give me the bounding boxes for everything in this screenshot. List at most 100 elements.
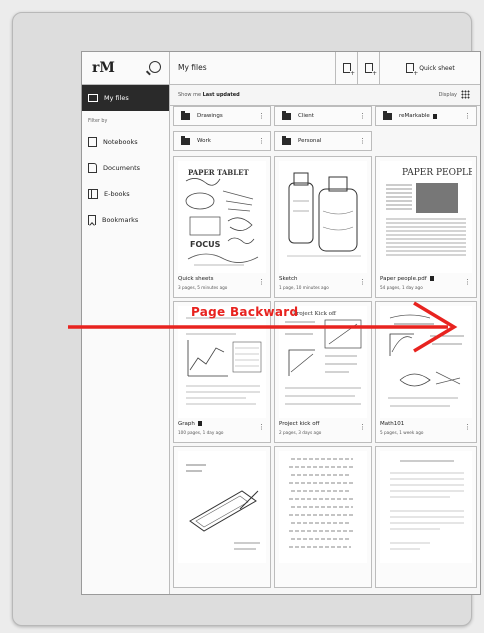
app-logo: rM	[92, 60, 115, 76]
document-meta: 54 pages, 1 day ago	[380, 285, 423, 290]
sidebar-item-label: Bookmarks	[102, 216, 139, 224]
folder-item[interactable]: Work ⋮	[173, 131, 271, 151]
more-options-icon[interactable]: ⋮	[464, 423, 471, 431]
document-card[interactable]: Graph 100 pages, 1 day ago ⋮	[173, 301, 271, 443]
sort-value: Last updated	[202, 92, 240, 98]
sidebar: rM My files Filter by Notebooks Document…	[82, 52, 170, 594]
sidebar-item-ebooks[interactable]: E-books	[82, 181, 169, 207]
folder-name: Client	[298, 113, 314, 119]
document-thumbnail	[178, 306, 266, 418]
more-options-icon[interactable]: ⋮	[464, 112, 471, 120]
svg-text:Project Kick off: Project Kick off	[293, 311, 337, 317]
document-thumbnail	[178, 451, 266, 563]
page-title: My files	[178, 63, 207, 72]
device-screen: rM My files Filter by Notebooks Document…	[81, 51, 481, 595]
sidebar-item-label: E-books	[104, 190, 130, 198]
document-thumbnail	[279, 161, 367, 273]
svg-text:PAPER TABLET: PAPER TABLET	[188, 168, 249, 177]
sort-prefix: Show me	[178, 92, 202, 98]
sort-bar: Show me Last updated Display	[170, 85, 480, 106]
more-options-icon[interactable]: ⋮	[258, 278, 265, 286]
svg-text:PAPER PEOPLE: PAPER PEOPLE	[402, 168, 472, 178]
document-name: Paper people.pdf	[380, 276, 434, 282]
more-options-icon[interactable]: ⋮	[258, 137, 265, 145]
sidebar-item-label: My files	[104, 94, 129, 102]
sidebar-header: rM	[82, 52, 169, 85]
document-thumbnail	[279, 451, 367, 563]
ebook-icon	[88, 189, 98, 199]
document-name: Sketch	[279, 276, 298, 282]
folder-icon	[181, 111, 190, 120]
more-options-icon[interactable]: ⋮	[359, 278, 366, 286]
filter-by-label: Filter by	[88, 119, 108, 124]
document-card[interactable]	[173, 446, 271, 588]
folder-name: Drawings	[197, 113, 223, 119]
folder-icon	[181, 136, 190, 145]
my-files-icon	[88, 94, 98, 102]
sidebar-item-my-files[interactable]: My files	[82, 85, 169, 111]
document-name: Quick sheets	[178, 276, 214, 282]
folder-icon	[282, 111, 291, 120]
remarkable-device: rM My files Filter by Notebooks Document…	[12, 12, 481, 626]
more-options-icon[interactable]: ⋮	[359, 112, 366, 120]
document-thumbnail: PAPER TABLET FOCUS	[178, 161, 266, 273]
document-card[interactable]: PAPER TABLET FOCUS Quick sheets 3 pages,…	[173, 156, 271, 298]
folder-icon	[282, 136, 291, 145]
document-thumbnail: PAPER PEOPLE	[380, 161, 472, 273]
sidebar-item-label: Notebooks	[103, 138, 138, 146]
sidebar-item-bookmarks[interactable]: Bookmarks	[82, 207, 169, 233]
bookmark-filled-icon	[429, 276, 434, 281]
display-label: Display	[438, 91, 457, 98]
document-thumbnail	[380, 451, 472, 563]
page-backward-label: Page Backward	[191, 305, 299, 319]
more-options-icon[interactable]: ⋮	[464, 278, 471, 286]
main-content: My files Quick sheet Show me Last update…	[170, 52, 480, 594]
sidebar-item-documents[interactable]: Documents	[82, 155, 169, 181]
new-folder-icon	[343, 63, 355, 77]
document-meta: 5 pages, 1 week ago	[380, 430, 424, 435]
import-button[interactable]	[357, 52, 380, 84]
notebook-icon	[88, 137, 97, 147]
folder-item[interactable]: Personal ⋮	[274, 131, 372, 151]
bookmark-icon	[88, 215, 96, 225]
document-name: Math101	[380, 421, 405, 427]
folder-name: reMarkable	[399, 113, 430, 119]
document-card[interactable]: PAPER PEOPLE Paper people.pdf 54 pages, …	[375, 156, 477, 298]
folder-name: Work	[197, 138, 211, 144]
quick-sheet-button[interactable]: Quick sheet	[379, 52, 480, 84]
folder-item[interactable]: Drawings ⋮	[173, 106, 271, 126]
sidebar-item-label: Documents	[103, 164, 141, 172]
more-options-icon[interactable]: ⋮	[258, 423, 265, 431]
more-options-icon[interactable]: ⋮	[258, 112, 265, 120]
document-name: Project kick off	[279, 421, 320, 427]
quick-sheet-label: Quick sheet	[419, 64, 455, 72]
bookmark-filled-icon	[432, 113, 437, 119]
document-icon	[88, 163, 97, 173]
folder-item[interactable]: Client ⋮	[274, 106, 372, 126]
svg-text:FOCUS: FOCUS	[190, 240, 221, 249]
bookmark-filled-icon	[197, 421, 202, 426]
document-card[interactable]: Math101 5 pages, 1 week ago ⋮	[375, 301, 477, 443]
document-meta: 1 page, 10 minutes ago	[279, 285, 329, 290]
sidebar-item-notebooks[interactable]: Notebooks	[82, 129, 169, 155]
more-options-icon[interactable]: ⋮	[359, 423, 366, 431]
display-button[interactable]: Display	[439, 90, 470, 99]
document-card[interactable]	[375, 446, 477, 588]
search-icon[interactable]	[149, 61, 161, 73]
quick-sheet-icon	[406, 63, 419, 77]
document-card[interactable]	[274, 446, 372, 588]
new-folder-button[interactable]	[335, 52, 358, 84]
document-thumbnail	[380, 306, 472, 418]
document-meta: 2 pages, 3 days ago	[279, 430, 322, 435]
folder-name: Personal	[298, 138, 322, 144]
grid-view-icon	[461, 90, 470, 99]
document-card[interactable]: Project Kick off Project kick off 2 page…	[274, 301, 372, 443]
more-options-icon[interactable]: ⋮	[359, 137, 366, 145]
folder-item[interactable]: reMarkable ⋮	[375, 106, 477, 126]
top-bar: My files Quick sheet	[170, 52, 480, 85]
folder-icon	[383, 111, 392, 120]
sort-selector[interactable]: Show me Last updated	[178, 92, 240, 98]
document-card[interactable]: Sketch 1 page, 10 minutes ago ⋮	[274, 156, 372, 298]
document-thumbnail: Project Kick off	[279, 306, 367, 418]
document-meta: 100 pages, 1 day ago	[178, 430, 224, 435]
